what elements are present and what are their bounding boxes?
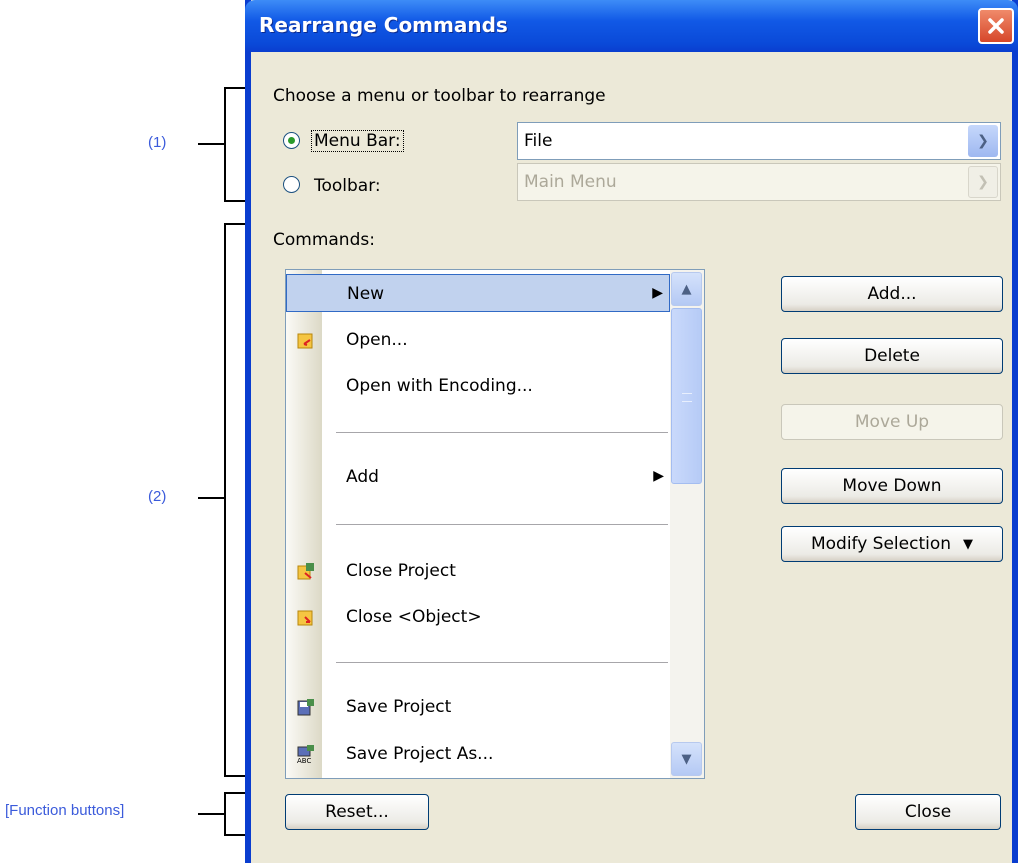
list-item-add[interactable]: Add ▶: [286, 458, 670, 496]
dialog-title: Rearrange Commands: [259, 13, 508, 37]
close-icon: [988, 18, 1004, 34]
close-object-icon: [297, 610, 313, 626]
toolbar-select: Main Menu ❯: [517, 163, 1001, 201]
list-item-label: Close Project: [346, 561, 456, 581]
list-item-label: Save Project: [346, 697, 452, 717]
menu-bar-select[interactable]: File ❯: [517, 122, 1001, 160]
annotation-3-leader: [198, 813, 224, 815]
scroll-up-button[interactable]: ▲: [671, 272, 702, 306]
list-item-label: Save Project As...: [346, 744, 494, 764]
list-item-open-with-encoding[interactable]: Open with Encoding...: [286, 367, 670, 405]
list-item-label: Close <Object>: [346, 607, 482, 627]
chooser-heading: Choose a menu or toolbar to rearrange: [273, 86, 606, 106]
list-item-label: Open...: [346, 330, 408, 350]
scroll-thumb[interactable]: [671, 308, 702, 484]
commands-label: Commands:: [273, 230, 375, 250]
dialog-content: Choose a menu or toolbar to rearrange Me…: [251, 52, 1012, 863]
close-window-button[interactable]: [978, 8, 1014, 44]
annotation-1-leader: [198, 143, 224, 145]
annotation-2: (2): [148, 488, 167, 505]
save-project-as-icon: ABC: [297, 745, 314, 764]
delete-button[interactable]: Delete: [781, 338, 1003, 374]
list-item-label: Open with Encoding...: [346, 376, 533, 396]
move-up-button-label: Move Up: [854, 412, 930, 432]
menu-bar-select-value: File: [524, 131, 553, 151]
scroll-down-button[interactable]: ▼: [671, 742, 702, 776]
menu-bar-radio[interactable]: [283, 132, 300, 149]
reset-button-label: Reset...: [325, 802, 389, 822]
separator: [336, 524, 668, 525]
save-project-icon: [297, 699, 314, 716]
separator: [336, 432, 668, 433]
open-folder-icon: [297, 333, 313, 349]
list-item-close-object[interactable]: Close <Object>: [286, 598, 670, 636]
delete-button-label: Delete: [864, 346, 920, 366]
list-item-new[interactable]: New ▶: [286, 274, 670, 312]
title-bar[interactable]: Rearrange Commands: [245, 0, 1018, 52]
list-item-save-project-as[interactable]: ABC Save Project As...: [286, 735, 670, 773]
list-item-open[interactable]: Open...: [286, 321, 670, 359]
separator: [336, 662, 668, 663]
toolbar-select-value: Main Menu: [524, 172, 617, 192]
commands-list[interactable]: New ▶ Open... Open with Encoding... Add …: [285, 269, 705, 779]
annotation-1: (1): [148, 134, 167, 151]
vertical-scrollbar[interactable]: ▲ ▼: [670, 270, 704, 778]
annotation-function-buttons: [Function buttons]: [5, 802, 125, 819]
dropdown-arrow-icon: ▼: [963, 536, 974, 552]
close-project-icon: [297, 563, 314, 580]
list-item-label: New: [347, 284, 385, 304]
submenu-arrow-icon: ▶: [653, 468, 664, 484]
move-up-button: Move Up: [781, 404, 1003, 440]
svg-text:ABC: ABC: [297, 757, 311, 764]
modify-selection-button[interactable]: Modify Selection ▼: [781, 526, 1003, 562]
close-button[interactable]: Close: [855, 794, 1001, 830]
add-button-label: Add...: [867, 284, 917, 304]
menu-bar-label[interactable]: Menu Bar:: [311, 130, 404, 152]
chevron-down-icon[interactable]: ❯: [968, 125, 998, 157]
move-down-button-label: Move Down: [842, 476, 942, 496]
chevron-down-icon: ❯: [968, 166, 998, 198]
list-item-close-project[interactable]: Close Project: [286, 552, 670, 590]
toolbar-label[interactable]: Toolbar:: [314, 176, 381, 196]
list-item-save-project[interactable]: Save Project: [286, 688, 670, 726]
move-down-button[interactable]: Move Down: [781, 468, 1003, 504]
toolbar-radio[interactable]: [283, 176, 300, 193]
add-button[interactable]: Add...: [781, 276, 1003, 312]
modify-selection-button-label: Modify Selection: [810, 534, 952, 554]
reset-button[interactable]: Reset...: [285, 794, 429, 830]
close-button-label: Close: [904, 802, 952, 822]
submenu-arrow-icon: ▶: [652, 285, 663, 301]
rearrange-commands-dialog: Rearrange Commands Choose a menu or tool…: [245, 0, 1018, 863]
annotation-2-leader: [198, 497, 224, 499]
list-item-label: Add: [346, 467, 379, 487]
